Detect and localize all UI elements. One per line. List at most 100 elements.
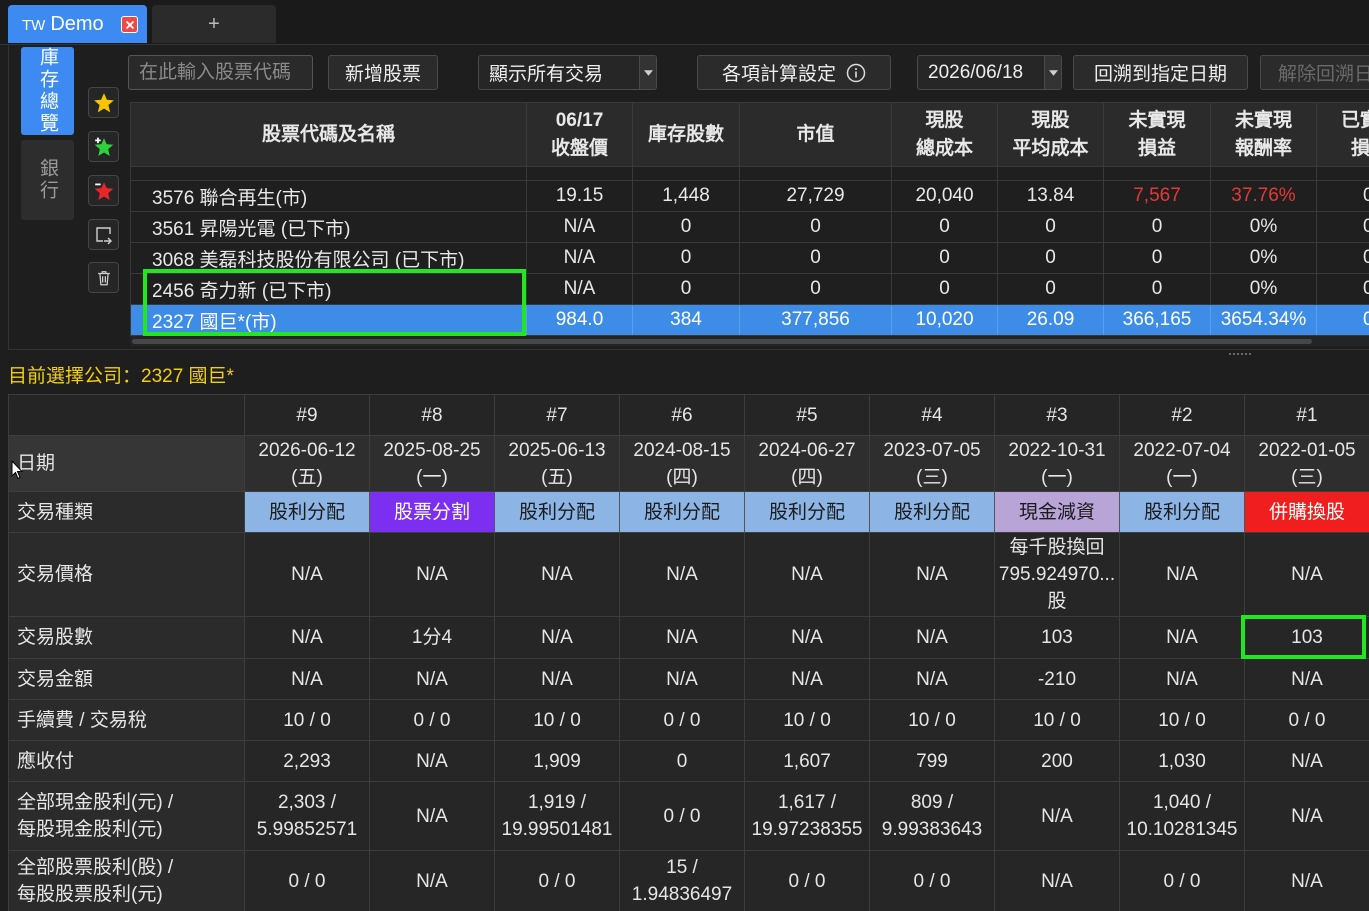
date-cell[interactable]: 2022-01-05 (三) — [1245, 436, 1369, 492]
splitter-grip-icon[interactable] — [1229, 353, 1251, 355]
amount-cell[interactable]: N/A — [495, 659, 620, 700]
shares-cell[interactable]: 103 — [995, 617, 1120, 659]
cash-dividend-cell[interactable]: 1,617 / 19.97238355 — [745, 782, 870, 851]
record-header[interactable]: #2 — [1120, 395, 1245, 436]
shares-cell[interactable]: N/A — [245, 617, 370, 659]
shares-cell[interactable]: N/A — [620, 617, 745, 659]
payable-cell[interactable]: 1,909 — [495, 741, 620, 782]
payable-cell[interactable]: N/A — [1245, 741, 1369, 782]
stock-dividend-cell[interactable]: 0 / 0 — [495, 851, 620, 911]
stock-dividend-cell[interactable]: 0 / 0 — [1120, 851, 1245, 911]
payable-cell[interactable]: 0 — [620, 741, 745, 782]
record-header[interactable]: #8 — [370, 395, 495, 436]
record-header[interactable]: #4 — [870, 395, 995, 436]
column-header[interactable]: 現股 平均成本 — [998, 103, 1104, 167]
cash-dividend-cell[interactable]: 1,040 / 10.10281345 — [1120, 782, 1245, 851]
fee-tax-cell[interactable]: 10 / 0 — [870, 700, 995, 741]
date-cell[interactable]: 2023-07-05 (三) — [870, 436, 995, 492]
date-cell[interactable]: 2025-06-13 (五) — [495, 436, 620, 492]
date-cell[interactable]: 2026-06-12 (五) — [245, 436, 370, 492]
fee-tax-cell[interactable]: 0 / 0 — [370, 700, 495, 741]
add-stock-button[interactable]: 新增股票 — [328, 55, 438, 90]
type-cell[interactable]: 現金減資 — [995, 492, 1120, 533]
add-favorite-button[interactable] — [88, 131, 119, 162]
price-cell[interactable]: N/A — [870, 533, 995, 617]
sidebar-tab-bank[interactable]: 銀行 — [21, 140, 74, 220]
column-header[interactable]: 庫存股數 — [633, 103, 740, 167]
amount-cell[interactable]: N/A — [1120, 659, 1245, 700]
type-cell[interactable]: 股票分割 — [370, 492, 495, 533]
amount-cell[interactable]: N/A — [745, 659, 870, 700]
scrollbar-thumb[interactable] — [132, 339, 1312, 344]
tab-tw-demo[interactable]: TW Demo — [8, 5, 147, 43]
type-cell[interactable]: 併購換股 — [1245, 492, 1369, 533]
price-cell[interactable]: N/A — [1245, 533, 1369, 617]
fee-tax-cell[interactable]: 10 / 0 — [995, 700, 1120, 741]
price-cell[interactable]: N/A — [620, 533, 745, 617]
cash-dividend-cell[interactable]: 0 / 0 — [620, 782, 745, 851]
cash-dividend-cell[interactable]: N/A — [1245, 782, 1369, 851]
holding-row[interactable]: 3068 美磊科技股份有限公司 (已下市)N/A000000%0 — [131, 243, 1369, 274]
transaction-filter-select[interactable]: 顯示所有交易 — [478, 55, 657, 90]
type-cell[interactable]: 股利分配 — [745, 492, 870, 533]
amount-cell[interactable]: -210 — [995, 659, 1120, 700]
shares-cell[interactable]: N/A — [495, 617, 620, 659]
stock-dividend-cell[interactable]: N/A — [995, 851, 1120, 911]
amount-cell[interactable]: N/A — [245, 659, 370, 700]
amount-cell[interactable]: N/A — [370, 659, 495, 700]
fee-tax-cell[interactable]: 10 / 0 — [745, 700, 870, 741]
shares-cell[interactable]: 1分4 — [370, 617, 495, 659]
favorite-star-button[interactable] — [88, 87, 119, 118]
stock-dividend-cell[interactable]: 0 / 0 — [245, 851, 370, 911]
record-header[interactable]: #3 — [995, 395, 1120, 436]
payable-cell[interactable]: 1,607 — [745, 741, 870, 782]
clear-backtrack-button[interactable]: 解除回溯日 — [1260, 55, 1369, 90]
stock-dividend-cell[interactable]: 0 / 0 — [745, 851, 870, 911]
shares-cell[interactable]: N/A — [870, 617, 995, 659]
fee-tax-cell[interactable]: 10 / 0 — [495, 700, 620, 741]
fee-tax-cell[interactable]: 10 / 0 — [245, 700, 370, 741]
payable-cell[interactable]: 200 — [995, 741, 1120, 782]
price-cell[interactable]: N/A — [370, 533, 495, 617]
payable-cell[interactable]: 1,030 — [1120, 741, 1245, 782]
cash-dividend-cell[interactable]: 2,303 / 5.99852571 — [245, 782, 370, 851]
stock-dividend-cell[interactable]: 15 / 1.94836497 — [620, 851, 745, 911]
record-header[interactable]: #7 — [495, 395, 620, 436]
delete-button[interactable] — [88, 262, 119, 293]
holdings-body[interactable]: 3576 聯合再生(市) 19.15 1,448 27,729 20,040 13.84 7… — [131, 167, 1369, 337]
date-cell[interactable]: 2025-08-25 (一) — [370, 436, 495, 492]
type-cell[interactable]: 股利分配 — [495, 492, 620, 533]
cash-dividend-cell[interactable]: 1,919 / 19.99501481 — [495, 782, 620, 851]
close-icon[interactable] — [121, 16, 138, 33]
type-cell[interactable]: 股利分配 — [870, 492, 995, 533]
date-cell[interactable]: 2024-06-27 (四) — [745, 436, 870, 492]
amount-cell[interactable]: N/A — [1245, 659, 1369, 700]
record-header[interactable]: #1 — [1245, 395, 1369, 436]
type-cell[interactable]: 股利分配 — [1120, 492, 1245, 533]
date-cell[interactable]: 2022-10-31 (一) — [995, 436, 1120, 492]
stock-dividend-cell[interactable]: N/A — [1245, 851, 1369, 911]
shares-cell[interactable]: 103 — [1245, 617, 1369, 659]
date-cell[interactable]: 2022-07-04 (一) — [1120, 436, 1245, 492]
remove-favorite-button[interactable] — [88, 175, 119, 206]
fee-tax-cell[interactable]: 0 / 0 — [1245, 700, 1369, 741]
clipped-row[interactable] — [131, 167, 1369, 181]
panel-splitter[interactable] — [8, 349, 1369, 350]
fee-tax-cell[interactable]: 0 / 0 — [620, 700, 745, 741]
calculation-settings-button[interactable]: 各項計算設定 — [697, 55, 891, 90]
new-tab-button[interactable]: + — [152, 5, 276, 43]
type-cell[interactable]: 股利分配 — [245, 492, 370, 533]
export-button[interactable] — [88, 219, 119, 250]
backtrack-to-date-button[interactable]: 回溯到指定日期 — [1073, 55, 1248, 90]
date-select[interactable]: 2026/06/18 — [917, 55, 1062, 90]
holding-row[interactable]: 3576 聯合再生(市) 19.15 1,448 27,729 20,040 13.84 7… — [131, 181, 1369, 212]
payable-cell[interactable]: 2,293 — [245, 741, 370, 782]
column-header[interactable]: 未實現 報酬率 — [1211, 103, 1317, 167]
record-header[interactable]: #5 — [745, 395, 870, 436]
column-header[interactable]: 現股 總成本 — [892, 103, 998, 167]
stock-dividend-cell[interactable]: N/A — [370, 851, 495, 911]
chevron-down-icon[interactable] — [1044, 56, 1061, 89]
sidebar-tab-inventory-overview[interactable]: 庫存總覽 — [21, 47, 74, 135]
column-header[interactable]: 未實現 損益 — [1104, 103, 1211, 167]
column-header[interactable]: 股票代碼及名稱 — [131, 103, 527, 167]
